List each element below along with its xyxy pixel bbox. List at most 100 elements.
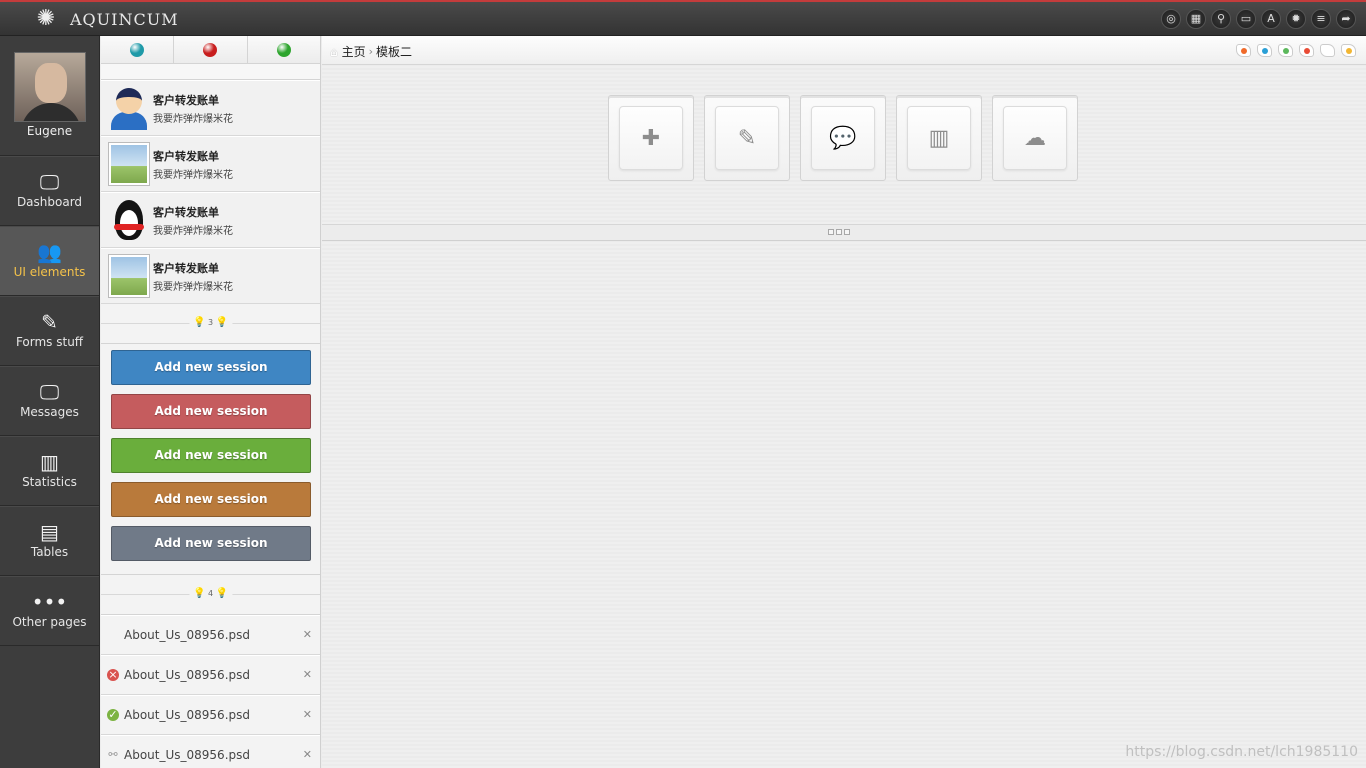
check-icon: ✓: [107, 708, 119, 721]
teal-dot-icon: [130, 42, 145, 57]
list-item[interactable]: 客户转发账单 我要炸弹炸爆米花: [101, 80, 320, 136]
contact-message: 我要炸弹炸爆米花: [153, 113, 233, 125]
divider-badge: 💡 3 💡: [188, 316, 233, 330]
contact-avatar: [108, 198, 150, 242]
users-icon: 👥: [37, 240, 62, 264]
nav-item-statistics[interactable]: ▥ Statistics: [0, 436, 99, 506]
nav-item-forms-stuff[interactable]: ✎ Forms stuff: [0, 296, 99, 366]
search-icon[interactable]: ⚲: [1211, 9, 1231, 29]
contact-avatar: [108, 254, 150, 298]
gear-icon[interactable]: ✹: [1286, 9, 1306, 29]
settings-circle-icon[interactable]: ◎: [1161, 9, 1181, 29]
file-item[interactable]: ⚯ About_Us_08956.psd ✕: [101, 735, 320, 768]
chart-icon: ▥: [40, 450, 59, 474]
nav-label: Statistics: [22, 475, 77, 489]
chart-icon: ▥: [928, 125, 950, 151]
logo[interactable]: ✺ AQUINCUM: [34, 7, 179, 31]
theme-swatch-red[interactable]: [1299, 44, 1314, 57]
nav-label: Forms stuff: [15, 335, 84, 349]
status-dot-cell[interactable]: [174, 36, 248, 63]
status-dot-cell[interactable]: [248, 36, 320, 63]
monitor-icon[interactable]: ▭: [1236, 9, 1256, 29]
session-buttons: Add new session Add new session Add new …: [101, 344, 320, 575]
quick-actions: ✚ ✎ 💬 ▥ ☁: [608, 95, 1078, 181]
add-session-button[interactable]: Add new session: [111, 438, 311, 473]
list-item[interactable]: 客户转发账单 我要炸弹炸爆米花: [101, 248, 320, 304]
chevron-right-icon: ›: [368, 45, 374, 58]
divider-count: 4: [207, 589, 214, 598]
drag-handle-icon: [828, 229, 850, 235]
add-session-button[interactable]: Add new session: [111, 350, 311, 385]
font-icon[interactable]: A: [1261, 9, 1281, 29]
blank-icon: [107, 629, 119, 641]
theme-swatch-yellow[interactable]: [1341, 44, 1356, 57]
share-icon[interactable]: ➦: [1336, 9, 1356, 29]
grid-icon[interactable]: ▦: [1186, 9, 1206, 29]
edit-icon: ✎: [737, 125, 757, 151]
monitor-icon: 🖵: [39, 380, 60, 404]
quick-action-edit[interactable]: ✎: [704, 95, 790, 181]
file-item[interactable]: ✓ About_Us_08956.psd ✕: [101, 695, 320, 735]
breadcrumb-bar: ⌂ 主页 › 模板二: [322, 36, 1366, 65]
contact-name: 客户转发账单: [153, 205, 219, 219]
file-item[interactable]: × About_Us_08956.psd ✕: [101, 655, 320, 695]
top-toolbar: ◎ ▦ ⚲ ▭ A ✹ ≡ ➦: [1161, 9, 1356, 29]
error-icon: ×: [107, 668, 119, 681]
quick-action-add[interactable]: ✚: [608, 95, 694, 181]
nav-item-ui-elements[interactable]: 👥 UI elements: [0, 226, 99, 296]
theme-swatch-white[interactable]: [1320, 44, 1335, 57]
theme-swatch-blue[interactable]: [1257, 44, 1272, 57]
monitor-icon: 🖵: [39, 170, 60, 194]
theme-swatch-orange[interactable]: [1236, 44, 1251, 57]
contact-name: 客户转发账单: [153, 261, 219, 275]
file-item[interactable]: About_Us_08956.psd ✕: [101, 615, 320, 655]
link-icon: ⚯: [108, 748, 118, 761]
section-divider: 💡 4 💡: [101, 575, 320, 615]
watermark: https://blog.csdn.net/lch1985110: [1125, 744, 1358, 760]
user-block: Eugene: [0, 36, 99, 156]
red-dot-icon: [203, 42, 218, 57]
comments-icon: 💬: [829, 125, 857, 151]
lightbulb-icon: 💡: [215, 317, 229, 328]
nav-label: Other pages: [12, 615, 87, 629]
add-session-button[interactable]: Add new session: [111, 394, 311, 429]
add-session-button[interactable]: Add new session: [111, 526, 311, 561]
nav-item-dashboard[interactable]: 🖵 Dashboard: [0, 156, 99, 226]
menu-icon[interactable]: ≡: [1311, 9, 1331, 29]
contact-message: 我要炸弹炸爆米花: [153, 169, 233, 181]
theme-swatches: [1236, 44, 1356, 57]
nav-item-other-pages[interactable]: ••• Other pages: [0, 576, 99, 646]
contact-name: 客户转发账单: [153, 149, 219, 163]
breadcrumb-home[interactable]: 主页: [342, 43, 366, 60]
file-name: About_Us_08956.psd: [124, 748, 250, 762]
file-name: About_Us_08956.psd: [124, 708, 250, 722]
contact-avatar: [108, 86, 150, 130]
status-dot-cell[interactable]: [101, 36, 175, 63]
breadcrumb-current: 模板二: [376, 45, 413, 59]
dots-icon: •••: [31, 590, 68, 614]
close-icon[interactable]: ✕: [303, 668, 312, 681]
quick-action-comments[interactable]: 💬: [800, 95, 886, 181]
add-session-button[interactable]: Add new session: [111, 482, 311, 517]
lightbulb-icon: 💡: [192, 317, 206, 328]
avatar[interactable]: [13, 52, 86, 122]
quick-action-upload[interactable]: ☁: [992, 95, 1078, 181]
file-name: About_Us_08956.psd: [124, 628, 250, 642]
status-dots-row: [101, 36, 320, 64]
theme-swatch-green[interactable]: [1278, 44, 1293, 57]
close-icon[interactable]: ✕: [303, 628, 312, 641]
panel-resize-handle[interactable]: [322, 224, 1366, 241]
lightbulb-icon: 💡: [192, 588, 206, 599]
home-icon[interactable]: ⌂: [330, 45, 338, 59]
section-divider: 💡 3 💡: [101, 304, 320, 344]
close-icon[interactable]: ✕: [303, 748, 312, 761]
nav-item-tables[interactable]: ▤ Tables: [0, 506, 99, 576]
list-item[interactable]: 客户转发账单 我要炸弹炸爆米花: [101, 192, 320, 248]
left-nav: Eugene 🖵 Dashboard 👥 UI elements ✎ Forms…: [0, 36, 100, 768]
quick-action-statistics[interactable]: ▥: [896, 95, 982, 181]
list-item[interactable]: 客户转发账单 我要炸弹炸爆米花: [101, 136, 320, 192]
close-icon[interactable]: ✕: [303, 708, 312, 721]
nav-item-messages[interactable]: 🖵 Messages: [0, 366, 99, 436]
username: Eugene: [26, 124, 73, 138]
contact-name: 客户转发账单: [153, 93, 219, 107]
